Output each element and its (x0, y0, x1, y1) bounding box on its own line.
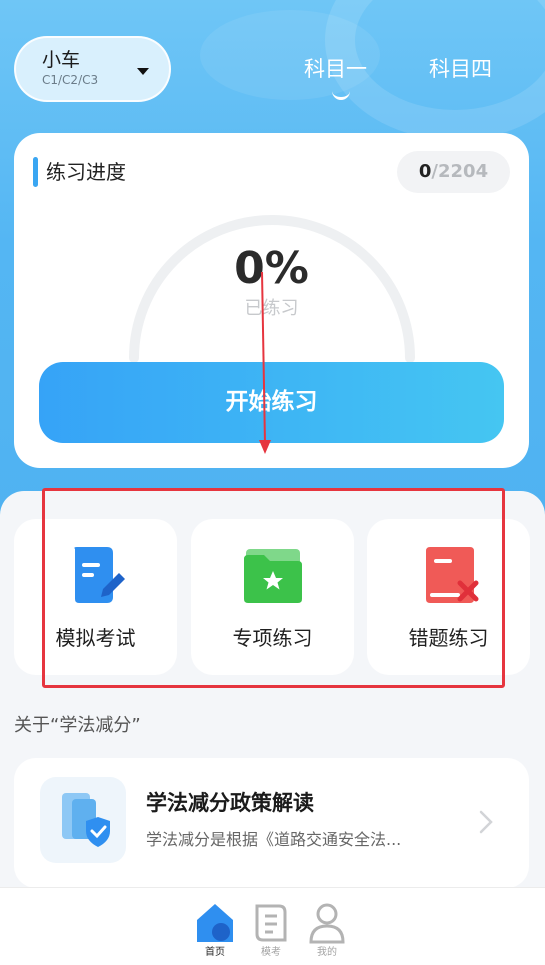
wrong-questions-card[interactable]: 错题练习 (367, 519, 530, 675)
done-count: 0 (418, 161, 432, 182)
license-subtitle: C1/C2/C3 (42, 73, 99, 87)
nav-item-profile[interactable]: 我的 (297, 900, 357, 960)
progress-card: 练习进度 0/2204 0% 已练习 开始练习 (14, 133, 529, 468)
license-type-selector[interactable]: 小车 C1/C2/C3 (14, 36, 171, 102)
exam-paper-icon (73, 547, 125, 603)
article-card[interactable]: 学法减分政策解读 学法减分是根据《道路交通安全法... (14, 758, 529, 888)
star-folder-icon (243, 549, 302, 603)
wrong-questions-label: 错题练习 (408, 626, 489, 650)
total-count: 2204 (438, 161, 489, 182)
nav-label-profile: 我的 (317, 947, 337, 958)
home-icon (197, 904, 233, 942)
tab-subject-four[interactable]: 科目四 (429, 54, 492, 84)
chevron-right-icon (479, 810, 493, 834)
section-heading: 关于“学法减分” (14, 715, 141, 736)
progress-percent: 0% (234, 243, 309, 294)
start-practice-button[interactable]: 开始练习 (39, 362, 504, 443)
license-title: 小车 (42, 49, 81, 71)
nav-item-exam[interactable]: 模考 (241, 900, 301, 960)
shield-document-icon (62, 793, 110, 847)
topic-practice-label: 专项练习 (232, 626, 313, 650)
count-separator: / (431, 161, 438, 182)
article-title: 学法减分政策解读 (146, 791, 314, 815)
bottom-navigation: 首页 模考 我的 (0, 887, 545, 965)
nav-item-home[interactable]: 首页 (185, 900, 245, 960)
nav-label-exam: 模考 (261, 947, 281, 958)
article-description: 学法减分是根据《道路交通安全法... (146, 830, 402, 849)
profile-icon (309, 903, 345, 944)
exam-icon (255, 904, 287, 942)
caret-down-icon (137, 68, 149, 75)
wrong-book-icon (425, 547, 478, 603)
article-thumbnail (40, 777, 126, 863)
mock-exam-label: 模拟考试 (55, 626, 136, 650)
progress-percent-label: 已练习 (244, 298, 299, 319)
progress-count-badge: 0/2204 (397, 151, 510, 193)
tab-subject-one[interactable]: 科目一 (304, 54, 367, 84)
mock-exam-card[interactable]: 模拟考试 (14, 519, 177, 675)
topic-practice-card[interactable]: 专项练习 (191, 519, 354, 675)
nav-label-home: 首页 (205, 947, 225, 958)
title-accent-bar (33, 157, 38, 187)
progress-card-title: 练习进度 (46, 160, 126, 184)
